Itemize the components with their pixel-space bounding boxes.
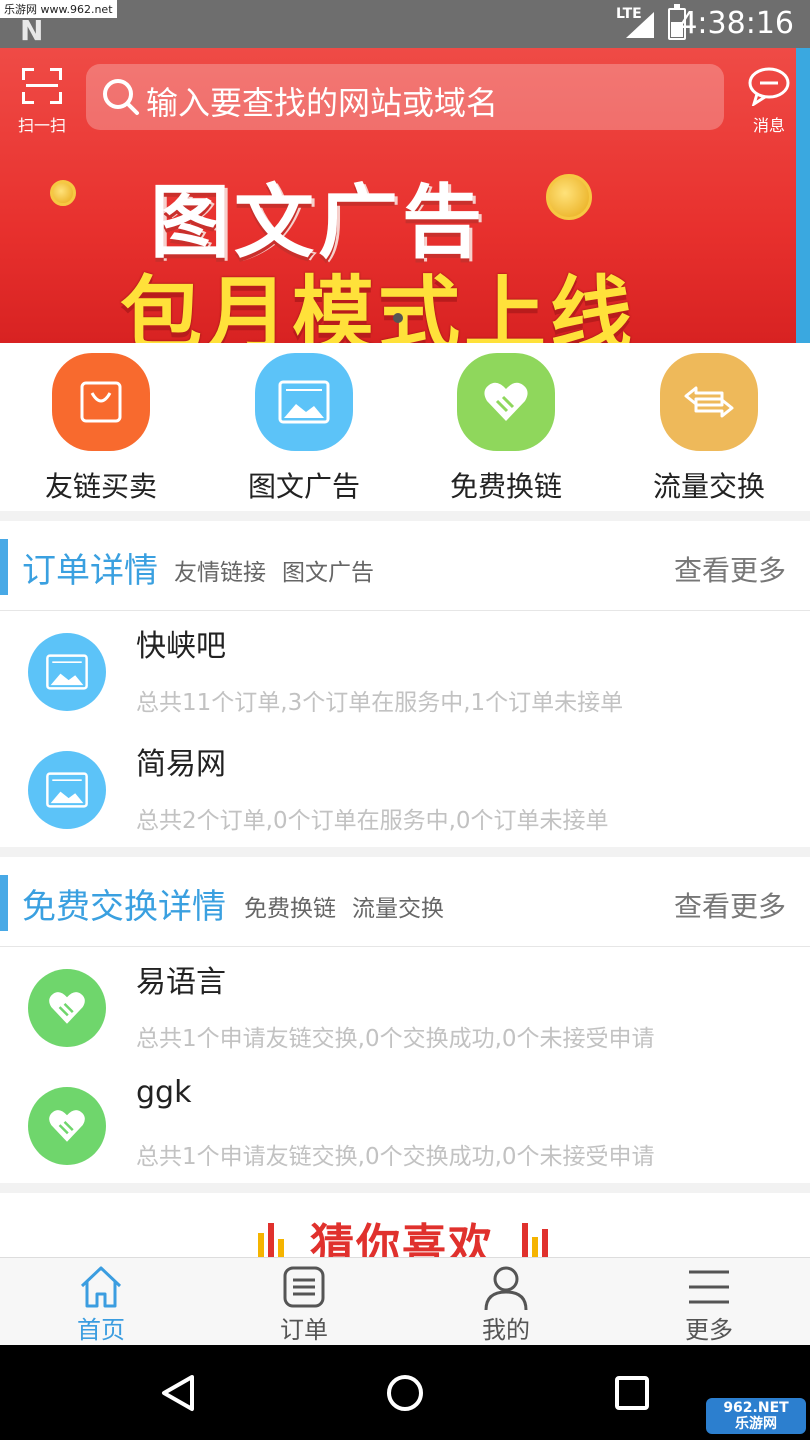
quick-action-label: 图文广告 xyxy=(247,470,360,503)
item-summary: 总共1个申请友链交换,0个交换成功,0个未接受申请 xyxy=(136,1026,655,1052)
tab-label: 订单 xyxy=(280,1316,328,1344)
section-accent-bar xyxy=(0,875,8,931)
quick-action-label: 流量交换 xyxy=(652,470,765,503)
section-header: 免费交换详情 免费换链 流量交换 查看更多 xyxy=(0,857,810,947)
tab-label: 我的 xyxy=(482,1316,530,1344)
quick-action-link-trade[interactable]: 友链买卖 xyxy=(31,353,171,505)
view-more-link[interactable]: 查看更多 xyxy=(674,885,786,925)
system-nav-bar: 962.NET 乐游网 xyxy=(0,1345,810,1440)
tab-profile[interactable]: 我的 xyxy=(436,1258,576,1346)
message-label: 消息 xyxy=(752,116,785,135)
watermark-logo-text: 962.NET xyxy=(723,1400,789,1416)
section-accent-bar xyxy=(0,539,8,595)
shopping-bag-icon xyxy=(52,353,150,451)
orders-section: 订单详情 友情链接 图文广告 查看更多 快峡吧 总共11个订单,3个订单在服务中… xyxy=(0,521,810,847)
recommendations-title: 猜你喜欢 xyxy=(310,1220,494,1259)
image-icon xyxy=(28,633,106,711)
coin-decoration xyxy=(546,174,592,220)
tab-home[interactable]: 首页 xyxy=(31,1258,171,1346)
item-name: 简易网 xyxy=(136,747,226,782)
view-more-link[interactable]: 查看更多 xyxy=(674,549,786,589)
recommendations-header: 猜你喜欢 xyxy=(0,1193,810,1259)
item-summary: 总共2个订单,0个订单在服务中,0个订单未接单 xyxy=(136,808,609,834)
status-bar: 乐游网 www.962.net N LTE 4:38:16 xyxy=(0,0,810,48)
item-name: ggk xyxy=(136,1075,192,1110)
notification-n-icon: N xyxy=(20,14,44,47)
watermark-logo: 962.NET 乐游网 xyxy=(706,1398,806,1434)
list-item[interactable]: 简易网 总共2个订单,0个订单在服务中,0个订单未接单 xyxy=(0,729,810,847)
message-button[interactable]: 消息 xyxy=(744,66,794,136)
carousel-indicator xyxy=(393,313,403,323)
bottom-tab-bar: 首页 订单 我的 更多 xyxy=(0,1257,810,1345)
quick-action-free-exchange[interactable]: 免费换链 xyxy=(436,353,576,505)
order-list-icon xyxy=(283,1266,325,1308)
handshake-icon xyxy=(457,353,555,451)
home-circle-icon[interactable] xyxy=(385,1373,425,1413)
recents-icon[interactable] xyxy=(614,1375,650,1411)
scan-button[interactable]: 扫一扫 xyxy=(14,64,70,144)
watermark-logo-subtext: 乐游网 xyxy=(735,1416,777,1432)
handshake-icon xyxy=(28,969,106,1047)
quick-action-label: 友链买卖 xyxy=(44,470,157,503)
home-icon xyxy=(80,1266,122,1308)
item-name: 易语言 xyxy=(136,965,226,1000)
handshake-icon xyxy=(28,1087,106,1165)
list-item[interactable]: ggk 总共1个申请友链交换,0个交换成功,0个未接受申请 xyxy=(0,1065,810,1183)
item-summary: 总共11个订单,3个订单在服务中,1个订单未接单 xyxy=(136,690,624,716)
quick-actions: 友链买卖 图文广告 免费换链 流量交换 xyxy=(0,343,810,511)
tab-label: 首页 xyxy=(77,1316,125,1344)
section-tag[interactable]: 友情链接 xyxy=(174,553,266,587)
signal-icon xyxy=(626,12,654,38)
scan-label: 扫一扫 xyxy=(17,116,66,135)
tab-more[interactable]: 更多 xyxy=(639,1258,779,1346)
promo-banner[interactable]: 扫一扫 输入要查找的网站或域名 消息 图文广告 包月模式上线 xyxy=(0,48,810,343)
coin-decoration xyxy=(50,180,76,206)
list-item[interactable]: 快峡吧 总共11个订单,3个订单在服务中,1个订单未接单 xyxy=(0,611,810,729)
clock: 4:38:16 xyxy=(678,6,794,41)
tab-label: 更多 xyxy=(685,1316,733,1344)
list-item[interactable]: 易语言 总共1个申请友链交换,0个交换成功,0个未接受申请 xyxy=(0,947,810,1065)
bars-decoration-icon xyxy=(258,1223,284,1259)
search-icon xyxy=(103,79,139,115)
banner-subheadline: 包月模式上线 xyxy=(120,268,637,343)
section-tag[interactable]: 免费换链 xyxy=(244,889,336,923)
item-name: 快峡吧 xyxy=(136,629,226,664)
section-header: 订单详情 友情链接 图文广告 查看更多 xyxy=(0,521,810,611)
exchange-arrows-icon xyxy=(660,353,758,451)
watermark-text: 乐游网 www.962.net xyxy=(0,0,117,18)
quick-action-label: 免费换链 xyxy=(449,470,562,503)
quick-action-image-ad[interactable]: 图文广告 xyxy=(234,353,374,505)
search-placeholder: 输入要查找的网站或域名 xyxy=(146,84,499,122)
section-title: 订单详情 xyxy=(22,551,158,591)
exchange-section: 免费交换详情 免费换链 流量交换 查看更多 易语言 总共1个申请友链交换,0个交… xyxy=(0,857,810,1183)
bars-decoration-icon xyxy=(522,1223,548,1259)
section-title: 免费交换详情 xyxy=(22,887,226,927)
quick-action-traffic-exchange[interactable]: 流量交换 xyxy=(639,353,779,505)
item-summary: 总共1个申请友链交换,0个交换成功,0个未接受申请 xyxy=(136,1144,655,1170)
search-input[interactable]: 输入要查找的网站或域名 xyxy=(86,64,724,130)
user-icon xyxy=(484,1266,528,1310)
banner-edge xyxy=(796,48,810,343)
scan-icon xyxy=(22,68,62,104)
image-icon xyxy=(255,353,353,451)
section-tag[interactable]: 图文广告 xyxy=(282,553,374,587)
back-icon[interactable] xyxy=(158,1373,198,1413)
image-icon xyxy=(28,751,106,829)
tab-orders[interactable]: 订单 xyxy=(234,1258,374,1346)
message-icon xyxy=(748,67,790,108)
menu-icon xyxy=(689,1270,729,1304)
section-tag[interactable]: 流量交换 xyxy=(352,889,444,923)
